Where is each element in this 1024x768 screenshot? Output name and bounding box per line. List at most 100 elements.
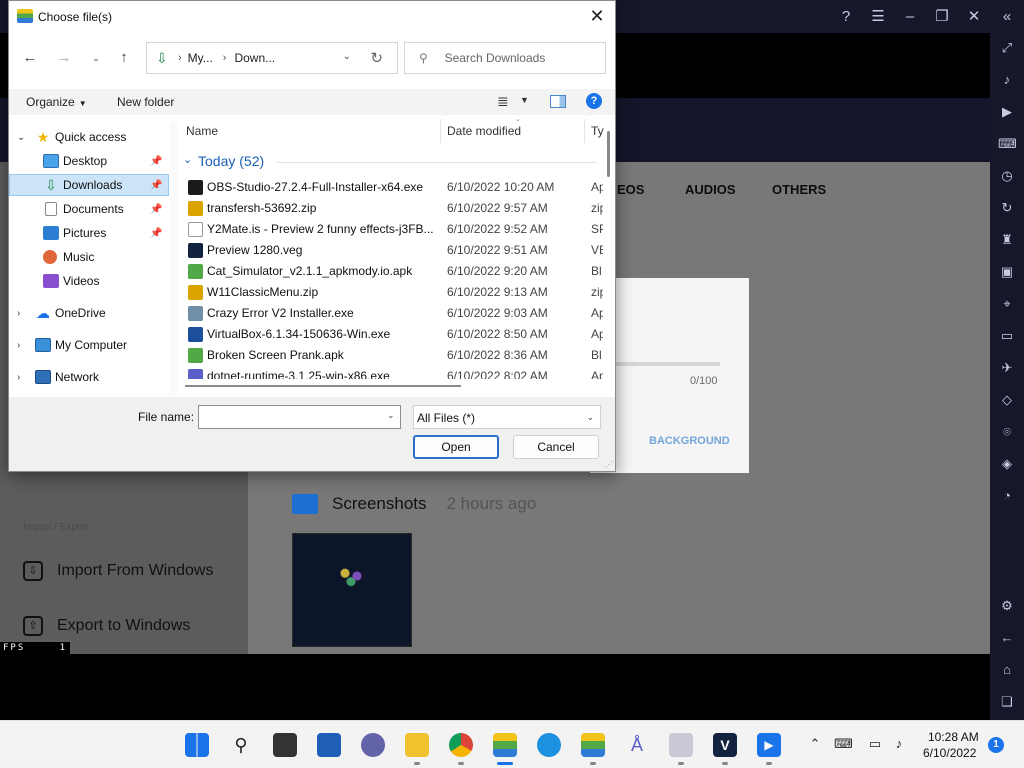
file-row[interactable]: dotnet-runtime-3.1.25-win-x86.exe 6/10/20… bbox=[177, 366, 603, 379]
vegas-icon[interactable]: V bbox=[713, 733, 737, 757]
caret-down-icon[interactable]: ▼ bbox=[520, 95, 529, 105]
gamepad-icon[interactable]: ♜ bbox=[998, 231, 1016, 249]
file-row[interactable]: Broken Screen Prank.apk 6/10/2022 8:36 AM… bbox=[177, 345, 603, 366]
close-icon[interactable]: ✕ bbox=[965, 8, 983, 26]
volume-icon[interactable]: ♪ bbox=[998, 71, 1016, 89]
navigation-scrollbar[interactable] bbox=[169, 121, 177, 397]
nav-videos[interactable]: Videos bbox=[9, 270, 169, 292]
view-options-icon[interactable]: ≣ bbox=[497, 93, 509, 110]
nav-network[interactable]: › Network bbox=[9, 366, 169, 388]
volume-icon[interactable]: ♪ bbox=[890, 735, 908, 753]
file-row[interactable]: W11ClassicMenu.zip 6/10/2022 9:13 AM zip bbox=[177, 282, 603, 303]
tab-videos[interactable]: EOS bbox=[617, 182, 644, 197]
erase-icon[interactable]: ◇ bbox=[998, 391, 1016, 409]
refresh-icon[interactable]: ↻ bbox=[370, 49, 383, 67]
internet-explorer-icon[interactable] bbox=[537, 733, 561, 757]
chevron-down-icon[interactable]: ⌄ bbox=[343, 51, 351, 62]
inkscape-icon[interactable]: Å bbox=[625, 733, 649, 757]
resize-grip-icon[interactable]: ⋰ bbox=[605, 460, 613, 469]
up-arrow-icon[interactable]: ↑ bbox=[115, 49, 133, 67]
chevron-down-icon[interactable]: ⌄ bbox=[17, 132, 27, 143]
rotate-icon[interactable]: ↻ bbox=[998, 199, 1016, 217]
nav-music[interactable]: Music bbox=[9, 246, 169, 268]
macro-icon[interactable]: ◷ bbox=[998, 167, 1016, 185]
media-icon[interactable]: ▶ bbox=[998, 103, 1016, 121]
chat-icon[interactable] bbox=[361, 733, 385, 757]
chevron-down-icon[interactable]: ⌄ bbox=[387, 410, 395, 421]
chevron-down-icon[interactable]: ⌄ bbox=[183, 153, 192, 166]
dialog-close-button[interactable]: ✕ bbox=[585, 5, 609, 27]
file-row[interactable]: VirtualBox-6.1.34-150636-Win.exe 6/10/202… bbox=[177, 324, 603, 345]
home-icon[interactable]: ⌂ bbox=[998, 661, 1016, 679]
airplane-icon[interactable]: ✈ bbox=[998, 359, 1016, 377]
folder-icon[interactable]: ▭ bbox=[998, 327, 1016, 345]
keyboard-icon[interactable]: ⌨ bbox=[834, 735, 853, 753]
task-view-icon[interactable] bbox=[273, 733, 297, 757]
file-type-select[interactable]: All Files (*) ⌄ bbox=[413, 405, 601, 429]
fullscreen-icon[interactable]: ⤢ bbox=[998, 39, 1016, 57]
search-input[interactable] bbox=[444, 51, 605, 65]
background-button[interactable]: BACKGROUND bbox=[649, 435, 730, 447]
bluestacks-multi-instance-icon[interactable] bbox=[581, 733, 605, 757]
nav-documents[interactable]: Documents 📌 bbox=[9, 198, 169, 220]
tab-audios[interactable]: AUDIOS bbox=[685, 182, 736, 197]
file-row[interactable]: Cat_Simulator_v2.1.1_apkmody.io.apk 6/10/… bbox=[177, 261, 603, 282]
start-icon[interactable] bbox=[185, 733, 209, 757]
file-explorer-icon[interactable] bbox=[405, 733, 429, 757]
group-header[interactable]: ⌄ Today (52) bbox=[177, 151, 597, 173]
menu-icon[interactable]: ☰ bbox=[869, 8, 887, 26]
file-row[interactable]: OBS-Studio-27.2.4-Full-Installer-x64.exe… bbox=[177, 177, 603, 198]
nav-my-computer[interactable]: › My Computer bbox=[9, 334, 169, 356]
tab-others[interactable]: OTHERS bbox=[772, 182, 826, 197]
clock-time[interactable]: 10:28 AM bbox=[928, 730, 979, 744]
notification-badge[interactable]: 1 bbox=[988, 737, 1004, 753]
minimize-icon[interactable]: – bbox=[901, 8, 919, 26]
location-icon[interactable]: ⌾ bbox=[998, 423, 1016, 441]
back-arrow-icon[interactable]: ← bbox=[21, 49, 39, 67]
horizontal-scrollbar[interactable] bbox=[185, 385, 461, 387]
restore-icon[interactable]: ❐ bbox=[933, 8, 951, 26]
nav-pictures[interactable]: Pictures 📌 bbox=[9, 222, 169, 244]
breadcrumb-downloads[interactable]: Down... bbox=[234, 51, 275, 65]
bluestacks-icon[interactable] bbox=[493, 733, 517, 757]
file-row[interactable]: Crazy Error V2 Installer.exe 6/10/2022 9:… bbox=[177, 303, 603, 324]
chevron-right-icon[interactable]: › bbox=[17, 308, 27, 319]
breadcrumb-my-computer[interactable]: My... bbox=[188, 51, 213, 65]
keyboard-icon[interactable]: ⌨ bbox=[998, 135, 1017, 153]
widgets-icon[interactable] bbox=[317, 733, 341, 757]
nav-downloads[interactable]: ⇩ Downloads 📌 bbox=[9, 174, 169, 196]
forward-arrow-icon[interactable]: → bbox=[55, 49, 73, 67]
file-name-input[interactable] bbox=[198, 405, 401, 429]
recent-apps-icon[interactable]: ❏ bbox=[998, 693, 1016, 711]
import-from-windows-button[interactable]: ⇩ Import From Windows bbox=[23, 561, 213, 581]
file-row[interactable]: transfersh-53692.zip 6/10/2022 9:57 AM zip bbox=[177, 198, 603, 219]
chrome-icon[interactable] bbox=[449, 733, 473, 757]
column-divider[interactable] bbox=[440, 119, 441, 143]
clock-date[interactable]: 6/10/2022 bbox=[923, 746, 976, 760]
chevron-up-icon[interactable]: ⌃ bbox=[806, 735, 824, 753]
media-player-icon[interactable]: ▶ bbox=[757, 733, 781, 757]
virtualbox-icon[interactable] bbox=[669, 733, 693, 757]
search-box[interactable]: ⚲ bbox=[404, 42, 606, 74]
search-icon[interactable]: ⚲ bbox=[229, 733, 253, 757]
nav-desktop[interactable]: Desktop 📌 bbox=[9, 150, 169, 172]
nav-onedrive[interactable]: › ☁ OneDrive bbox=[9, 302, 169, 324]
file-row[interactable]: Preview 1280.veg 6/10/2022 9:51 AM VE bbox=[177, 240, 603, 261]
file-row[interactable]: Y2Mate.is - Preview 2 funny effects-j3FB… bbox=[177, 219, 603, 240]
help-icon[interactable]: ? bbox=[837, 8, 855, 26]
layers-icon[interactable]: ◈ bbox=[998, 455, 1016, 473]
organize-button[interactable]: Organize ▼ bbox=[26, 95, 87, 109]
breadcrumb[interactable]: ⇩ › My... › Down... ⌄ ↻ bbox=[146, 42, 398, 74]
back-icon[interactable]: ← bbox=[998, 629, 1016, 647]
help-icon[interactable]: ? bbox=[586, 93, 602, 109]
screenshot-thumbnail[interactable] bbox=[292, 533, 412, 647]
network-icon[interactable]: ▭ bbox=[866, 735, 884, 753]
speed-icon[interactable]: ◔ bbox=[998, 487, 1016, 505]
settings-icon[interactable]: ⚙ bbox=[998, 597, 1016, 615]
preview-pane-icon[interactable] bbox=[550, 95, 566, 108]
vertical-scrollbar[interactable] bbox=[607, 131, 610, 177]
recent-locations-icon[interactable]: ⌄ bbox=[87, 49, 105, 67]
new-folder-button[interactable]: New folder bbox=[117, 95, 174, 109]
folder-row[interactable]: Screenshots 2 hours ago bbox=[292, 494, 536, 514]
column-divider[interactable] bbox=[584, 119, 585, 143]
